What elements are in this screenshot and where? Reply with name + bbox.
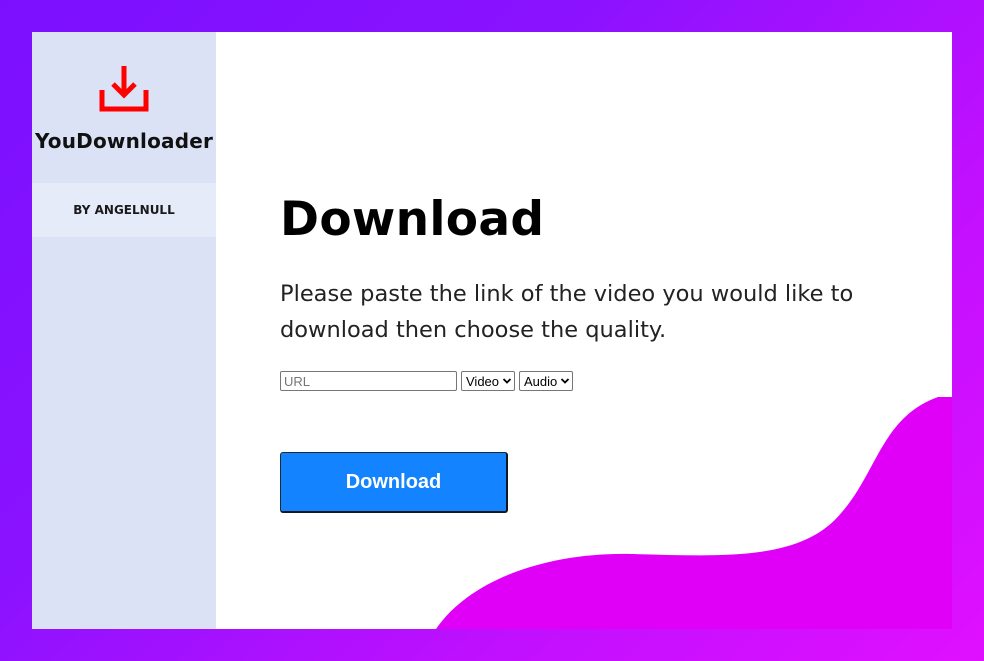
video-select-value: Video	[466, 373, 500, 389]
app-window: YouDownloader BY ANGELNULL Download Plea…	[32, 32, 952, 629]
url-input[interactable]	[280, 371, 457, 391]
author-byline: BY ANGELNULL	[32, 183, 216, 237]
video-quality-select[interactable]: Video	[461, 371, 516, 391]
app-name: YouDownloader	[34, 129, 214, 153]
chevron-down-icon	[502, 378, 512, 384]
audio-quality-select[interactable]: Audio	[519, 371, 574, 391]
chevron-down-icon	[561, 378, 570, 384]
page-title: Download	[280, 192, 545, 247]
download-icon	[99, 66, 149, 112]
download-button[interactable]: Download	[280, 452, 508, 513]
audio-select-value: Audio	[524, 373, 558, 389]
instructions-text: Please paste the link of the video you w…	[280, 281, 854, 343]
sidebar: YouDownloader BY ANGELNULL	[32, 32, 216, 629]
download-form: Video Audio	[280, 371, 920, 391]
main-content: Download Please paste the link of the vi…	[280, 190, 920, 513]
brand: YouDownloader	[32, 32, 216, 183]
